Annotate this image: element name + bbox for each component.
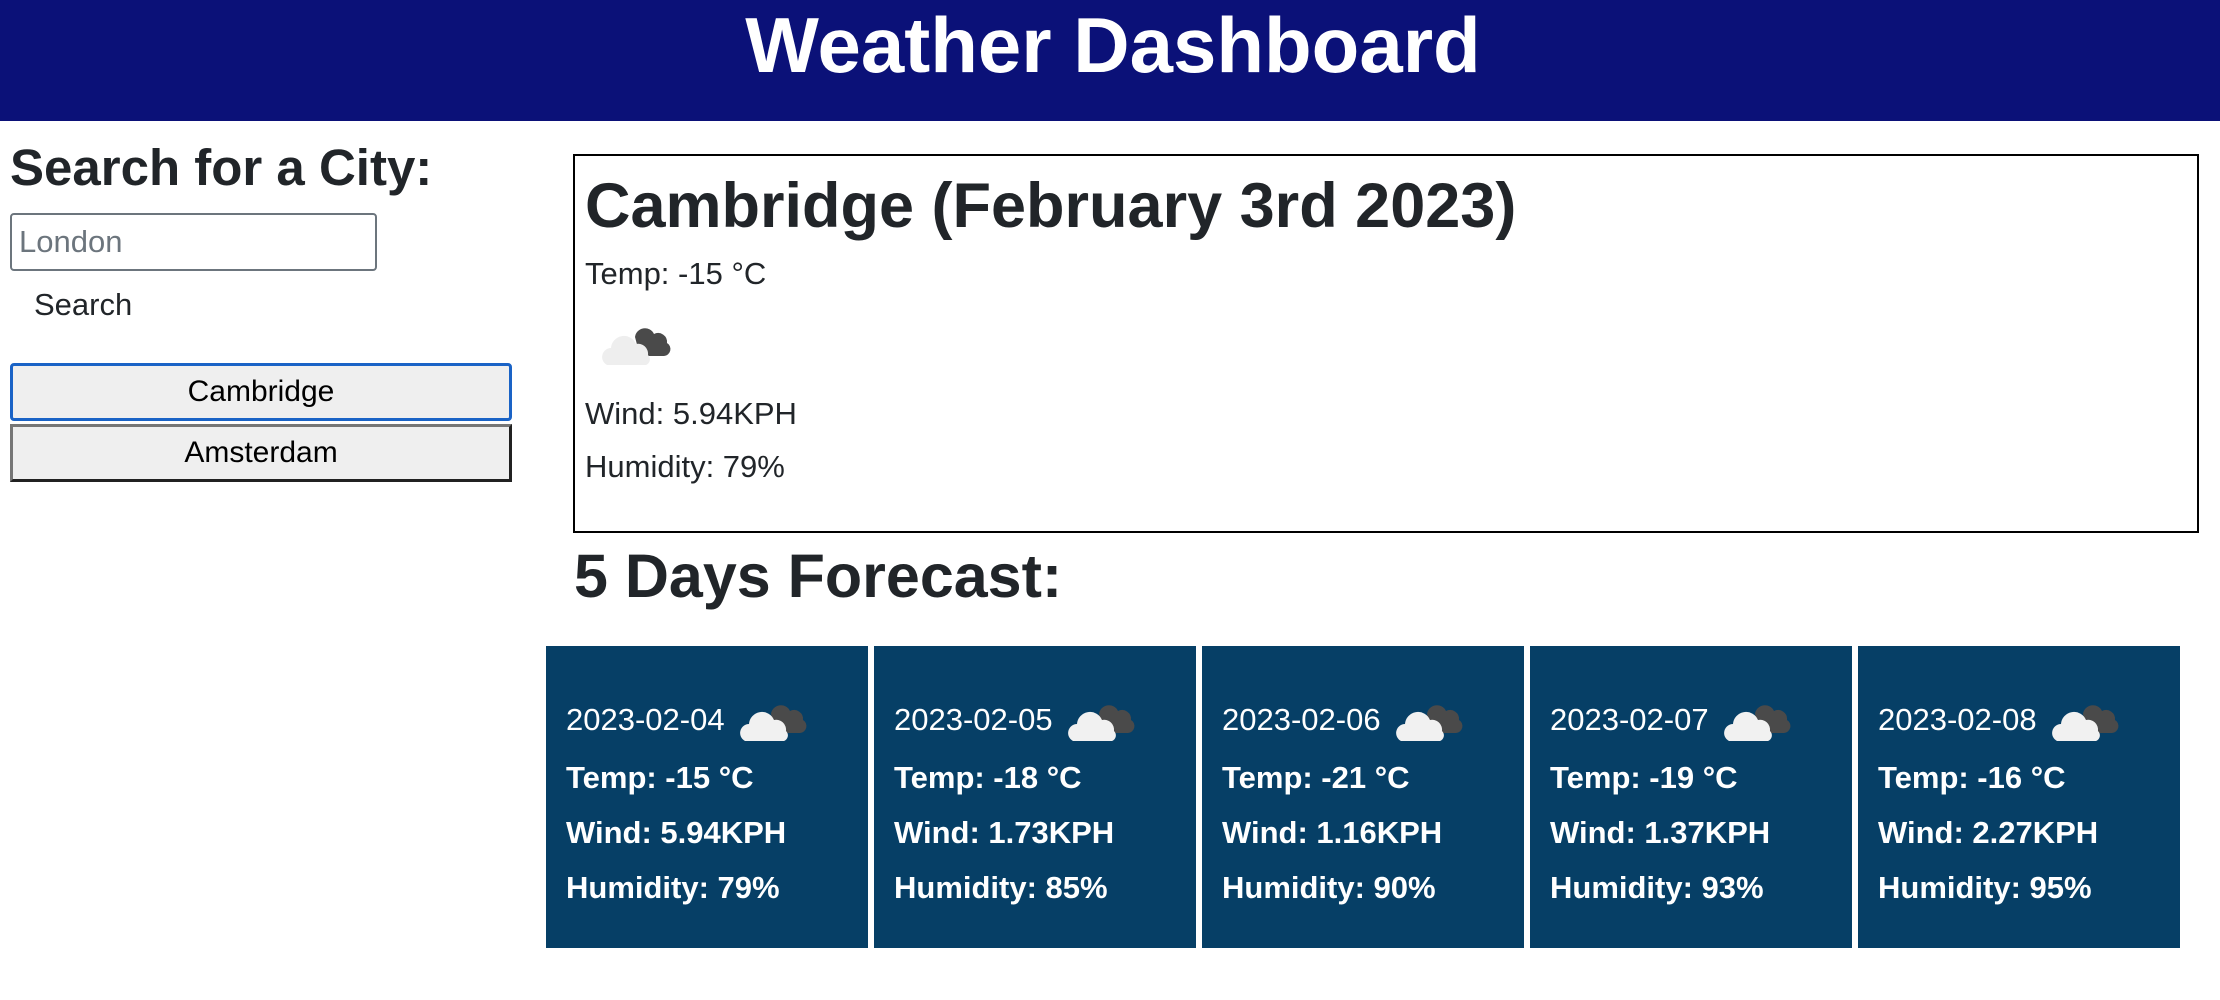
- history-button-amsterdam[interactable]: Amsterdam: [10, 424, 512, 482]
- forecast-date: 2023-02-07: [1550, 702, 1709, 737]
- search-button[interactable]: Search: [24, 281, 142, 329]
- current-city-title: Cambridge (February 3rd 2023): [585, 171, 1517, 241]
- forecast-humidity: Humidity: 90%: [1222, 870, 1436, 905]
- search-history: Cambridge Amsterdam: [10, 363, 512, 482]
- forecast-card: 2023-02-05 Temp: -18 °C Wind: 1.73KPH Hu…: [874, 646, 1196, 948]
- forecast-humidity: Humidity: 93%: [1550, 870, 1764, 905]
- forecast-humidity: Humidity: 95%: [1878, 870, 2092, 905]
- main-content: Search for a City: Search Cambridge Amst…: [0, 121, 2220, 1000]
- page-title: Weather Dashboard: [745, 1, 1481, 89]
- forecast-card: 2023-02-04 Temp: -15 °C Wind: 5.94KPH Hu…: [546, 646, 868, 948]
- cloudy-icon: [1067, 705, 1135, 741]
- forecast-card: 2023-02-08 Temp: -16 °C Wind: 2.27KPH Hu…: [1858, 646, 2180, 948]
- current-humidity: Humidity: 79%: [585, 449, 785, 484]
- forecast-wind: Wind: 1.37KPH: [1550, 815, 1771, 850]
- forecast-wind: Wind: 2.27KPH: [1878, 815, 2099, 850]
- forecast-cards: 2023-02-04 Temp: -15 °C Wind: 5.94KPH Hu…: [546, 646, 2180, 948]
- forecast-date: 2023-02-04: [566, 702, 725, 737]
- cloudy-icon: [739, 705, 807, 741]
- current-temp: Temp: -15 °C: [585, 256, 767, 291]
- forecast-card: 2023-02-06 Temp: -21 °C Wind: 1.16KPH Hu…: [1202, 646, 1524, 948]
- forecast-date: 2023-02-05: [894, 702, 1053, 737]
- forecast-wind: Wind: 1.73KPH: [894, 815, 1115, 850]
- sidebar: Search for a City: Search Cambridge Amst…: [10, 133, 512, 485]
- forecast-temp: Temp: -21 °C: [1222, 760, 1410, 795]
- cloudy-icon: [2051, 705, 2119, 741]
- forecast-card: 2023-02-07 Temp: -19 °C Wind: 1.37KPH Hu…: [1530, 646, 1852, 948]
- forecast-temp: Temp: -16 °C: [1878, 760, 2066, 795]
- forecast-humidity: Humidity: 79%: [566, 870, 780, 905]
- forecast-temp: Temp: -18 °C: [894, 760, 1082, 795]
- history-button-cambridge[interactable]: Cambridge: [10, 363, 512, 421]
- forecast-date: 2023-02-08: [1878, 702, 2037, 737]
- forecast-date: 2023-02-06: [1222, 702, 1381, 737]
- cloudy-icon: [1395, 705, 1463, 741]
- forecast-temp: Temp: -19 °C: [1550, 760, 1738, 795]
- search-heading: Search for a City:: [10, 139, 433, 196]
- app-header: Weather Dashboard: [0, 0, 2220, 121]
- city-search-input[interactable]: [10, 213, 377, 271]
- cloudy-icon: [602, 328, 671, 365]
- forecast-wind: Wind: 5.94KPH: [566, 815, 787, 850]
- forecast-wind: Wind: 1.16KPH: [1222, 815, 1443, 850]
- forecast-title: 5 Days Forecast:: [574, 542, 1063, 610]
- forecast-humidity: Humidity: 85%: [894, 870, 1108, 905]
- current-wind: Wind: 5.94KPH: [585, 396, 797, 431]
- forecast-temp: Temp: -15 °C: [566, 760, 754, 795]
- current-weather-panel: Cambridge (February 3rd 2023) Temp: -15 …: [573, 154, 2199, 533]
- cloudy-icon: [1723, 705, 1791, 741]
